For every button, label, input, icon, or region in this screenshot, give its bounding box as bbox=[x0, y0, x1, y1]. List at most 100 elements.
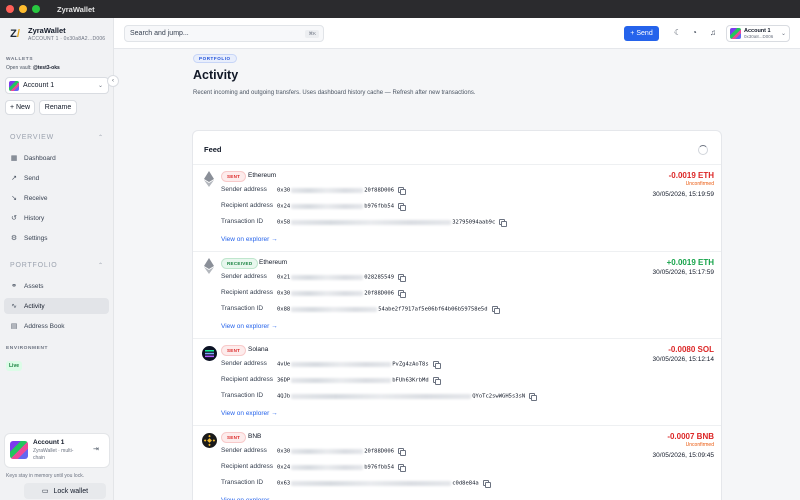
txid-start: 4QJb bbox=[277, 393, 291, 400]
environment-label: ENVIRONMENT bbox=[6, 346, 49, 351]
copy-icon[interactable] bbox=[499, 219, 508, 227]
transaction-id: 0x63 c0d8e84a bbox=[277, 480, 491, 488]
zyra-logo-icon: Z / bbox=[10, 28, 20, 40]
section-tag: PORTFOLIO bbox=[193, 54, 237, 63]
chevron-up-icon[interactable]: ⌃ bbox=[98, 262, 103, 269]
amount: -0.0019 ETH bbox=[668, 171, 714, 180]
overview-group-header[interactable]: OVERVIEW bbox=[10, 134, 54, 141]
copy-icon[interactable] bbox=[432, 361, 441, 369]
keys-note: Keys stay in memory until you lock. bbox=[6, 473, 85, 479]
account-menu-button[interactable]: Account 1 0x30a8...D006 ⌄ bbox=[726, 25, 790, 42]
sidebar-item-send[interactable]: ↗ Send bbox=[4, 170, 109, 186]
copy-icon[interactable] bbox=[432, 377, 441, 385]
search-input[interactable]: Search and jump... ⌘K bbox=[124, 25, 324, 42]
account-card-subtitle: ZyraWallet · multi-chain bbox=[33, 448, 74, 461]
sender-address: 0x21 028285549 bbox=[277, 274, 407, 282]
copy-icon[interactable] bbox=[398, 448, 407, 456]
address-end: bFUh63KrbMd bbox=[392, 377, 429, 384]
portfolio-group-header[interactable]: PORTFOLIO bbox=[10, 262, 58, 269]
chain-name: BNB bbox=[248, 433, 262, 440]
sidebar-item-label: Activity bbox=[24, 302, 45, 310]
copy-icon[interactable] bbox=[398, 203, 407, 211]
account-card-name: Account 1 bbox=[33, 439, 65, 446]
copy-icon[interactable] bbox=[529, 393, 538, 401]
address-start: 0x24 bbox=[277, 464, 291, 471]
address-end: b976fbb54 bbox=[364, 464, 395, 471]
copy-icon[interactable] bbox=[398, 187, 407, 195]
copy-icon[interactable] bbox=[398, 274, 407, 282]
transaction-row: SENT Ethereum -0.0019 ETH Unconfirmed 30… bbox=[193, 164, 721, 251]
txid-label: Transaction ID bbox=[221, 218, 264, 225]
collapse-sidebar-button[interactable]: ‹ bbox=[107, 75, 119, 87]
copy-icon[interactable] bbox=[398, 290, 407, 298]
transaction-id: 0x88 54abe2f7917af5e06bf64b06b59758e5d bbox=[277, 306, 500, 314]
plus-icon: + bbox=[630, 30, 635, 37]
palette-icon[interactable]: ◔ bbox=[692, 28, 697, 37]
sender-address: 0x30 20f88D006 bbox=[277, 187, 407, 195]
sender-label: Sender address bbox=[221, 360, 267, 367]
link-icon: ⚭ bbox=[11, 283, 17, 290]
address-start: 36DP bbox=[277, 377, 291, 384]
book-icon: ▤ bbox=[10, 323, 18, 330]
account-select[interactable]: Account 1 ⌄ bbox=[5, 77, 109, 94]
sidebar-item-assets[interactable]: ⚭ Assets bbox=[4, 278, 109, 294]
txid-end: 32795094aab9c bbox=[452, 219, 496, 226]
recipient-address: 36DP bFUh63KrbMd bbox=[277, 377, 441, 385]
lock-wallet-button[interactable]: ▭ Lock wallet bbox=[24, 483, 106, 499]
address-end: b976fbb54 bbox=[364, 203, 395, 210]
address-start: 0x30 bbox=[277, 448, 291, 455]
send-button[interactable]: + Send bbox=[624, 26, 659, 41]
brand-name: ZyraWallet bbox=[28, 26, 66, 35]
copy-icon[interactable] bbox=[491, 306, 500, 314]
address-start: 0x30 bbox=[277, 290, 291, 297]
send-button-label: Send bbox=[636, 30, 653, 37]
transaction-row: SENT Solana -0.0080 SOL 30/05/2026, 15:1… bbox=[193, 338, 721, 425]
rename-wallet-button[interactable]: Rename bbox=[39, 100, 77, 115]
maximize-window-button[interactable] bbox=[32, 5, 40, 13]
account-card[interactable]: Account 1 ZyraWallet · multi-chain ⇥ bbox=[4, 433, 110, 468]
chain-name: Solana bbox=[248, 346, 269, 353]
sidebar-item-receive[interactable]: ↘ Receive bbox=[4, 190, 109, 206]
sender-label: Sender address bbox=[221, 273, 267, 280]
sidebar-item-history[interactable]: ↺ History bbox=[4, 210, 109, 226]
minimize-window-button[interactable] bbox=[19, 5, 27, 13]
activity-feed: Feed SENT Ethereum -0.0019 ETH Unconfirm… bbox=[192, 130, 722, 500]
sidebar-item-activity[interactable]: ∿ Activity bbox=[4, 298, 109, 314]
view-on-explorer-link[interactable]: View on explorer → bbox=[221, 410, 278, 417]
refresh-spinner-icon[interactable] bbox=[698, 145, 708, 155]
search-placeholder: Search and jump... bbox=[130, 30, 189, 37]
sidebar-item-label: Send bbox=[24, 174, 40, 182]
recipient-address: 0x24 b976fbb54 bbox=[277, 464, 407, 472]
sign-out-icon[interactable]: ⇥ bbox=[93, 445, 99, 453]
bnb-icon bbox=[201, 432, 217, 448]
address-end: 20f88D006 bbox=[364, 448, 395, 455]
sender-address: 0x30 20f88D006 bbox=[277, 448, 407, 456]
vault-name: @test3-oks bbox=[32, 65, 60, 71]
close-window-button[interactable] bbox=[6, 5, 14, 13]
sidebar-item-settings[interactable]: ⚙ Settings bbox=[4, 230, 109, 246]
recipient-address: 0x30 20f88D006 bbox=[277, 290, 407, 298]
new-wallet-button[interactable]: + New bbox=[5, 100, 35, 115]
wallets-label: WALLETS bbox=[6, 57, 34, 62]
window-titlebar: ZyraWallet bbox=[0, 0, 800, 18]
copy-icon[interactable] bbox=[482, 480, 491, 488]
txid-end: QYoTc2swWGH5s3sN bbox=[472, 393, 526, 400]
view-on-explorer-link[interactable]: View on explorer → bbox=[221, 323, 278, 330]
bell-icon[interactable]: ♫ bbox=[710, 28, 716, 37]
brand: Z / ZyraWallet ACCOUNT 1 · 0x30a8A2...D00… bbox=[8, 26, 105, 42]
copy-icon[interactable] bbox=[398, 464, 407, 472]
timestamp: 30/05/2026, 15:17:59 bbox=[652, 269, 714, 276]
sidebar-item-dashboard[interactable]: ▦ Dashboard bbox=[4, 150, 109, 166]
chain-name: Ethereum bbox=[259, 259, 288, 266]
sidebar-item-label: Settings bbox=[24, 234, 48, 242]
history-icon: ↺ bbox=[11, 215, 17, 222]
view-on-explorer-link[interactable]: View on explorer → bbox=[221, 236, 278, 243]
lock-wallet-label: Lock wallet bbox=[53, 487, 89, 495]
address-end: 028285549 bbox=[364, 274, 395, 281]
txid-end: 54abe2f7917af5e06bf64b06b59758e5d bbox=[378, 306, 488, 313]
moon-icon[interactable]: ☾ bbox=[674, 28, 681, 37]
feed-title: Feed bbox=[204, 145, 222, 154]
transaction-row: SENT BNB -0.0007 BNB Unconfirmed 30/05/2… bbox=[193, 425, 721, 500]
chevron-up-icon[interactable]: ⌃ bbox=[98, 134, 103, 141]
sidebar-item-address-book[interactable]: ▤ Address Book bbox=[4, 318, 109, 334]
